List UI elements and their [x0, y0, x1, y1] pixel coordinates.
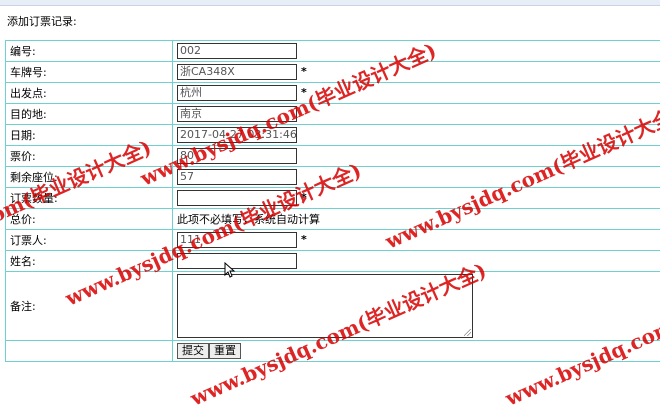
required-mark: *: [301, 191, 307, 204]
booker-input[interactable]: 111: [177, 232, 297, 248]
submit-button[interactable]: 提交: [177, 343, 209, 359]
price-input[interactable]: 80: [177, 148, 297, 164]
form-row-plate: 车牌号: 浙CA348X *: [6, 62, 660, 83]
required-mark: *: [301, 65, 307, 78]
empty-cell: [6, 341, 173, 362]
field-label: 订票数量:: [6, 188, 173, 209]
id-input[interactable]: 002: [177, 43, 297, 59]
mouse-cursor-icon: [224, 262, 236, 278]
field-label: 姓名:: [6, 251, 173, 272]
field-label: 日期:: [6, 125, 173, 146]
form-row-name: 姓名:: [6, 251, 660, 272]
date-input[interactable]: 2017-04-27 03:31:46: [177, 127, 297, 143]
field-label: 出发点:: [6, 83, 173, 104]
field-label: 车牌号:: [6, 62, 173, 83]
quantity-input[interactable]: [177, 190, 297, 206]
page-title: 添加订票记录:: [7, 13, 77, 29]
name-input[interactable]: [177, 253, 297, 269]
field-label: 票价:: [6, 146, 173, 167]
form-row-id: 编号: 002: [6, 41, 660, 62]
resize-grip-icon[interactable]: [464, 329, 471, 336]
total-hint: 此项不必填写，系统自动计算: [173, 209, 660, 230]
field-label: 备注:: [6, 272, 173, 341]
field-label: 目的地:: [6, 104, 173, 125]
order-form-table: 编号: 002 车牌号: 浙CA348X * 出发点: 杭州 * 目的地: 南京 日…: [5, 40, 660, 362]
required-mark: *: [301, 86, 307, 99]
form-row-actions: 提交重置: [6, 341, 660, 362]
required-mark: *: [301, 233, 307, 246]
remarks-textarea[interactable]: [177, 274, 473, 338]
plate-input[interactable]: 浙CA348X: [177, 64, 297, 80]
form-row-remarks: 备注:: [6, 272, 660, 341]
form-row-departure: 出发点: 杭州 *: [6, 83, 660, 104]
form-row-seats: 剩余座位: 57: [6, 167, 660, 188]
field-label: 总价:: [6, 209, 173, 230]
form-row-date: 日期: 2017-04-27 03:31:46: [6, 125, 660, 146]
field-label: 剩余座位:: [6, 167, 173, 188]
form-row-price: 票价: 80: [6, 146, 660, 167]
form-row-destination: 目的地: 南京: [6, 104, 660, 125]
top-bar: [0, 0, 660, 6]
field-label: 编号:: [6, 41, 173, 62]
destination-input[interactable]: 南京: [177, 106, 297, 122]
field-label: 订票人:: [6, 230, 173, 251]
form-row-total: 总价: 此项不必填写，系统自动计算: [6, 209, 660, 230]
reset-button[interactable]: 重置: [209, 343, 241, 359]
seats-input[interactable]: 57: [177, 169, 297, 185]
departure-input[interactable]: 杭州: [177, 85, 297, 101]
form-row-quantity: 订票数量: *: [6, 188, 660, 209]
form-row-booker: 订票人: 111 *: [6, 230, 660, 251]
